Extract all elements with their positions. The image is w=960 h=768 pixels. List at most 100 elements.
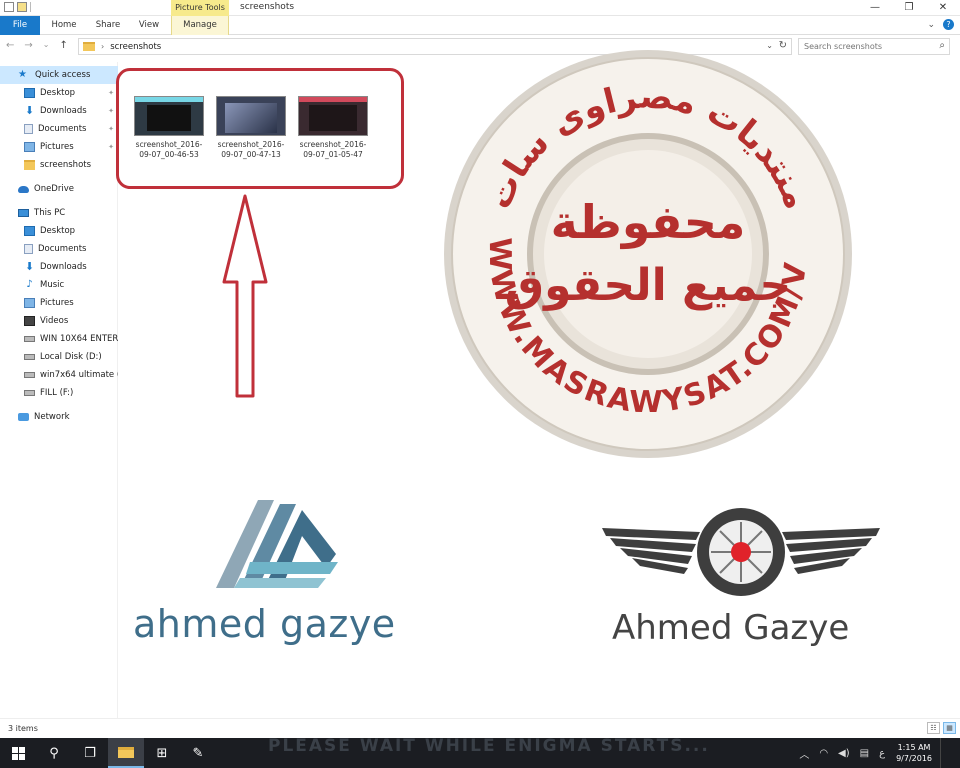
file-item[interactable]: screenshot_2016- 09-07_00-46-53 — [131, 96, 207, 160]
nav-item-label: Network — [34, 412, 70, 422]
file-name-line1: screenshot_2016- — [217, 140, 285, 149]
file-thumbnail — [216, 96, 286, 136]
copyright-seal: منتديات مصراوى سات WWW.MASRAWYSAT.COM/VB… — [442, 48, 852, 458]
divider — [30, 2, 31, 12]
file-name-line2: 09-07_01-05-47 — [303, 150, 363, 159]
music-icon: ♪ — [26, 279, 33, 290]
nav-item-label: FILL (F:) — [40, 388, 74, 398]
details-view-button[interactable]: ☷ — [927, 722, 940, 734]
seal-center-line2: جميع الحقوق — [505, 260, 791, 311]
help-icon[interactable]: ? — [943, 19, 954, 30]
ribbon-tabs: File Home Share View Manage ⌄ ? — [0, 16, 960, 35]
nav-item-label: WIN 10X64 ENTER V — [40, 334, 118, 344]
nav-item-label: Documents — [38, 244, 87, 254]
new-folder-icon[interactable] — [17, 2, 27, 12]
search-icon[interactable]: ⌕ — [939, 40, 945, 51]
tab-share[interactable]: Share — [88, 16, 128, 35]
onedrive-icon — [18, 185, 29, 193]
clock[interactable]: 1:15 AM 9/7/2016 — [896, 742, 932, 764]
nav-item-videos[interactable]: Videos — [0, 312, 118, 330]
drive-icon — [24, 372, 35, 378]
file-item[interactable]: screenshot_2016- 09-07_01-05-47 — [295, 96, 371, 160]
nav-item-pc-desktop[interactable]: Desktop — [0, 222, 118, 240]
back-button[interactable]: ← — [6, 40, 14, 51]
forward-button[interactable]: → — [24, 40, 32, 51]
nav-item-screenshots[interactable]: screenshots — [0, 156, 118, 174]
desktop-icon — [24, 226, 35, 236]
nav-item-onedrive[interactable]: OneDrive — [0, 180, 118, 198]
file-name-line2: 09-07_00-46-53 — [139, 150, 199, 159]
breadcrumb-chevron[interactable]: › — [101, 42, 104, 51]
wifi-icon[interactable]: ◠ — [819, 748, 828, 759]
nav-item-downloads[interactable]: ⬇ Downloads ✦ — [0, 102, 118, 120]
language-indicator[interactable]: ع — [879, 748, 885, 759]
nav-item-label: Desktop — [40, 88, 76, 98]
nav-item-desktop[interactable]: Desktop ✦ — [0, 84, 118, 102]
minimize-button[interactable]: — — [858, 0, 892, 16]
nav-item-pc-downloads[interactable]: ⬇ Downloads — [0, 258, 118, 276]
tab-home[interactable]: Home — [44, 16, 84, 35]
maximize-button[interactable]: ❐ — [892, 0, 926, 16]
nav-item-quick-access[interactable]: ★ Quick access — [0, 66, 118, 84]
pin-icon: ✦ — [108, 89, 114, 97]
nav-item-drive-f[interactable]: FILL (F:) — [0, 384, 118, 402]
file-item[interactable]: screenshot_2016- 09-07_00-47-13 — [213, 96, 289, 160]
nav-item-label: screenshots — [40, 160, 92, 170]
show-desktop-button[interactable] — [940, 738, 960, 768]
file-name-line2: 09-07_00-47-13 — [221, 150, 281, 159]
nav-item-label: Music — [40, 280, 65, 290]
nav-item-label: Documents — [38, 124, 87, 134]
tab-file[interactable]: File — [0, 16, 40, 35]
nav-item-label: Local Disk (D:) — [40, 352, 102, 362]
tray-expand-icon[interactable]: ︿ — [799, 746, 809, 761]
pictures-icon — [24, 142, 35, 152]
folder-icon — [83, 42, 95, 51]
desktop-icon — [24, 88, 35, 98]
expand-ribbon-icon[interactable]: ⌄ — [927, 20, 935, 30]
tab-view[interactable]: View — [130, 16, 168, 35]
picture-tools-context-tab: Picture Tools — [171, 0, 229, 16]
nav-item-label: Downloads — [40, 262, 87, 272]
drive-icon — [24, 354, 35, 360]
nav-item-drive-d[interactable]: Local Disk (D:) — [0, 348, 118, 366]
file-thumbnail — [298, 96, 368, 136]
touch-keyboard-icon[interactable]: ▤ — [860, 748, 869, 759]
title-bar: Picture Tools screenshots — ❐ ✕ — [0, 0, 960, 16]
nav-item-label: Pictures — [40, 142, 74, 152]
close-button[interactable]: ✕ — [926, 0, 960, 16]
nav-item-label: Pictures — [40, 298, 74, 308]
nav-item-drive-c[interactable]: WIN 10X64 ENTER V — [0, 330, 118, 348]
star-icon: ★ — [18, 69, 27, 80]
navigation-pane: ★ Quick access Desktop ✦ ⬇ Downloads ✦ D… — [0, 62, 118, 718]
documents-icon — [24, 244, 33, 254]
taskbar-tray-layer: ︿ ◠ ◀) ▤ ع 1:15 AM 9/7/2016 — [0, 738, 960, 768]
nav-item-this-pc[interactable]: This PC — [0, 204, 118, 222]
file-name-line1: screenshot_2016- — [299, 140, 367, 149]
breadcrumb-screenshots[interactable]: screenshots — [110, 42, 161, 52]
properties-icon[interactable] — [4, 2, 14, 12]
pin-icon: ✦ — [108, 107, 114, 115]
nav-item-network[interactable]: Network — [0, 408, 118, 426]
nav-item-music[interactable]: ♪ Music — [0, 276, 118, 294]
large-icons-view-button[interactable]: ▦ — [943, 722, 956, 734]
status-bar: 3 items ☷ ▦ — [0, 718, 960, 738]
pictures-icon — [24, 298, 35, 308]
tab-manage[interactable]: Manage — [171, 16, 229, 35]
network-icon — [18, 413, 29, 421]
nav-item-label: win7x64 ultimate (E — [40, 370, 118, 380]
window-title: screenshots — [240, 2, 295, 12]
nav-item-label: Desktop — [40, 226, 76, 236]
nav-item-pictures[interactable]: Pictures ✦ — [0, 138, 118, 156]
nav-item-pc-documents[interactable]: Documents — [0, 240, 118, 258]
up-arrow-annotation — [222, 194, 268, 398]
nav-item-pc-pictures[interactable]: Pictures — [0, 294, 118, 312]
nav-item-drive-e[interactable]: win7x64 ultimate (E — [0, 366, 118, 384]
downloads-icon: ⬇ — [24, 260, 35, 273]
file-name-line1: screenshot_2016- — [135, 140, 203, 149]
folder-icon — [24, 160, 35, 170]
nav-item-documents[interactable]: Documents ✦ — [0, 120, 118, 138]
up-button[interactable]: ↑ — [59, 40, 67, 51]
this-pc-icon — [18, 209, 29, 217]
volume-icon[interactable]: ◀) — [838, 748, 850, 759]
recent-locations-button[interactable]: ⌄ — [43, 40, 50, 51]
